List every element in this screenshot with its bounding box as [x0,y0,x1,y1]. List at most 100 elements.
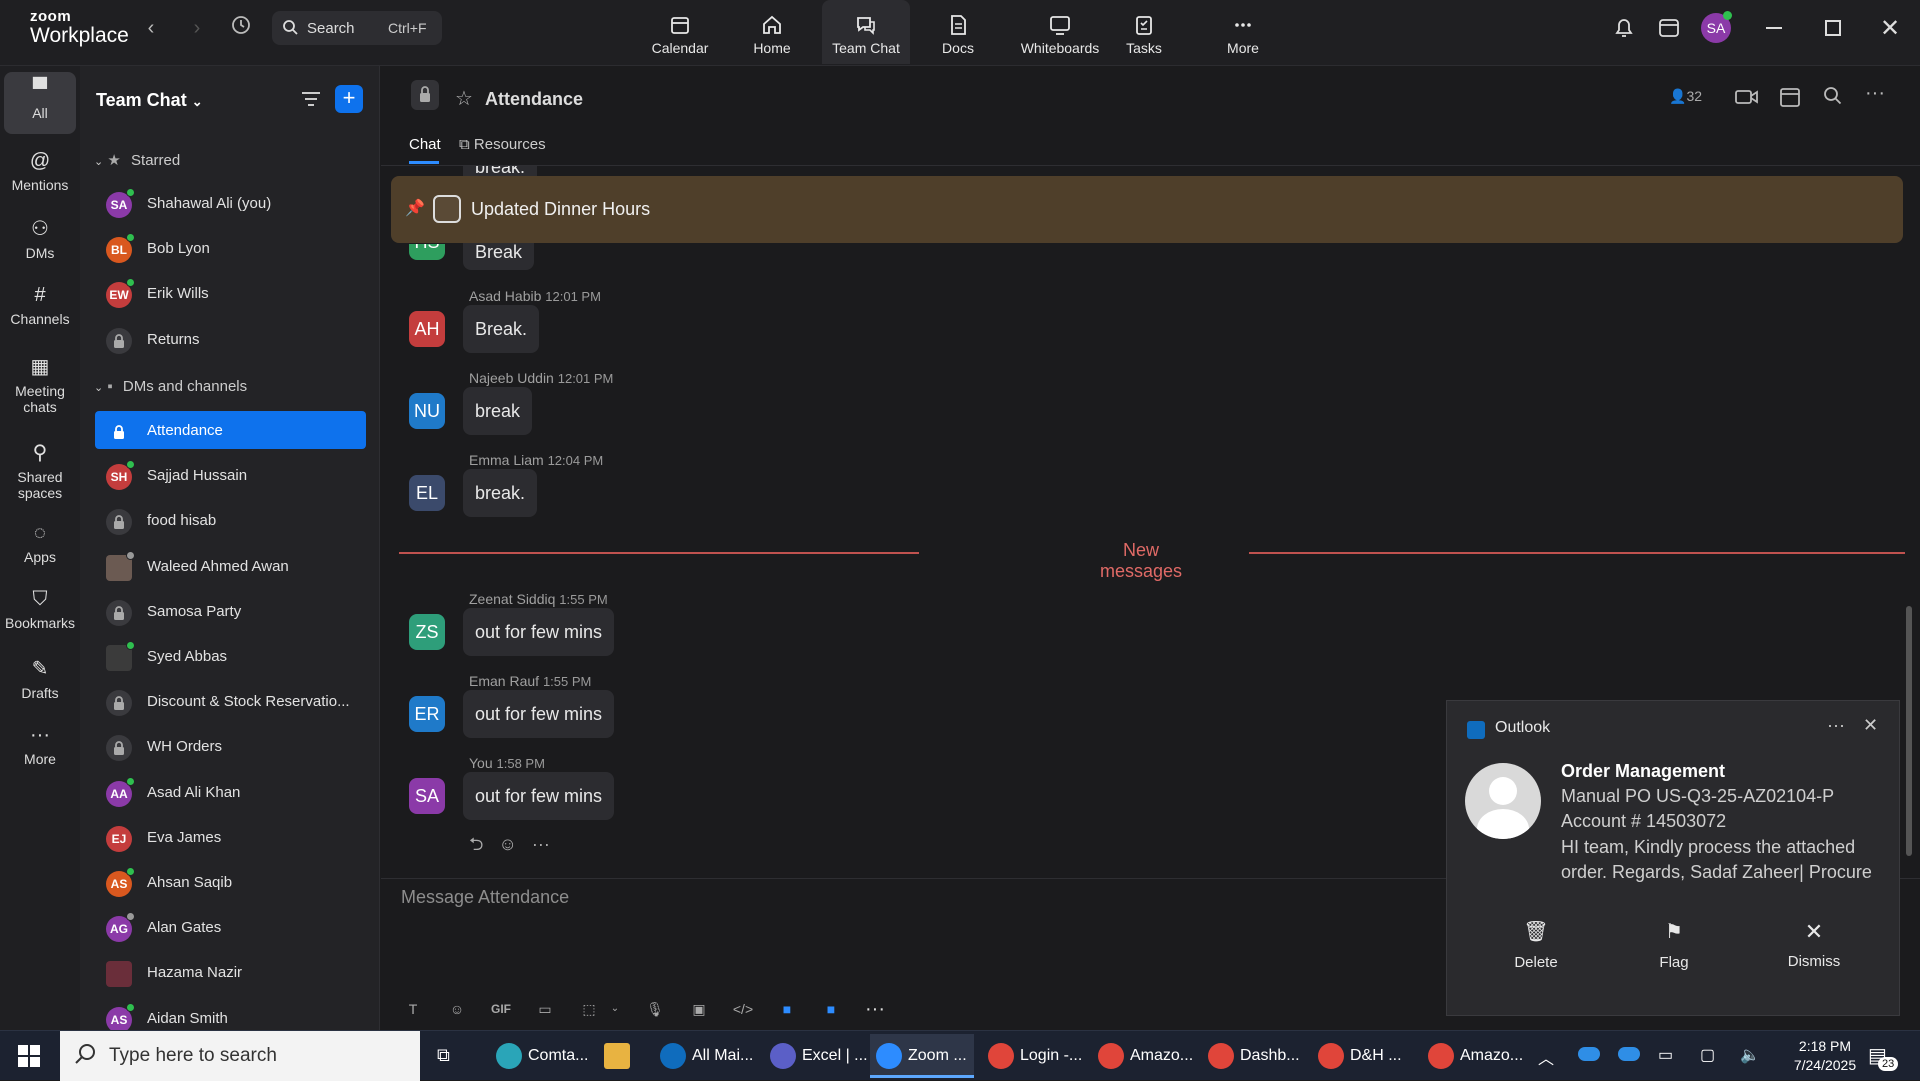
topnav-tasks[interactable]: Tasks [1100,0,1188,64]
channel-title[interactable]: Attendance [485,89,583,110]
restore-icon[interactable] [1825,20,1841,36]
notification-more-icon[interactable]: ··· [1827,715,1845,736]
network-icon[interactable]: ▢ [1700,1045,1715,1065]
sidebar-item-shahawal-ali-you[interactable]: SA Shahawal Ali (you) [95,184,366,222]
flag-button[interactable]: ⚑ Flag [1619,919,1729,971]
scrollbar[interactable] [1906,606,1912,856]
outlook-notification[interactable]: Outlook ··· ✕ Order Management Manual PO… [1446,700,1900,1016]
sidebar-item-asad-ali-khan[interactable]: AA Asad Ali Khan [95,773,366,811]
dismiss-button[interactable]: ✕ Dismiss [1759,919,1869,970]
sidebar-item-erik-wills[interactable]: EW Erik Wills [95,274,366,312]
taskbar-search[interactable]: Type here to search [60,1031,420,1081]
code-snippet-icon[interactable]: </> [729,995,757,1023]
task-view-icon[interactable]: ⧉ [437,1045,450,1066]
more-options-icon[interactable]: ··· [1865,82,1885,105]
topnav-more[interactable]: More [1199,0,1287,64]
rail-bookmarks[interactable]: ⛉ Bookmarks [4,582,76,644]
search-box[interactable]: Search Ctrl+F [272,11,442,45]
channel-search-icon[interactable] [1823,86,1843,111]
message-avatar[interactable]: NU [409,393,445,429]
message-bubble[interactable]: out for few mins [463,608,615,656]
delete-button[interactable]: 🗑 Delete [1481,919,1591,971]
windows-start-icon[interactable] [18,1045,40,1072]
onedrive-icon-2[interactable] [1618,1047,1640,1061]
rail-meeting-chats[interactable]: ▦ Meeting chats [4,348,76,418]
topnav-home[interactable]: Home [728,0,816,64]
chevron-down-icon[interactable]: ⌄ [601,995,629,1023]
sidebar-item-sajjad-hussain[interactable]: SH Sajjad Hussain [95,456,366,494]
video-message-icon[interactable]: ▣ [685,995,713,1023]
reaction-icon[interactable]: ☺ [498,834,516,854]
sidebar-item-hazama-nazir[interactable]: Hazama Nazir [95,953,366,991]
member-count[interactable]: 👤32 [1669,88,1702,105]
sidebar-item-eva-james[interactable]: EJ Eva James [95,818,366,856]
taskbar-app-d-h[interactable]: D&H ... [1312,1034,1416,1078]
message-bubble[interactable]: Break. [463,305,540,353]
favorite-star-icon[interactable]: ☆ [455,86,473,111]
taskbar-app-zoom[interactable]: Zoom ... [870,1034,974,1078]
message-avatar[interactable]: ZS [409,614,445,650]
notification-center[interactable]: ▤ 23 [1868,1043,1899,1071]
new-chat-button[interactable]: + [335,85,363,113]
taskbar-app-all-mai[interactable]: All Mai... [654,1034,758,1078]
sidebar-item-samosa-party[interactable]: Samosa Party [95,592,366,630]
message-bubble[interactable]: out for few mins [463,772,615,820]
taskbar-app-comta[interactable]: Comta... [490,1034,594,1078]
message-bubble[interactable]: break. [463,469,538,517]
rail-apps[interactable]: ◌ Apps [4,516,76,578]
clock[interactable]: 2:18 PM 7/24/2025 [1780,1038,1870,1073]
sidebar-item-wh-orders[interactable]: WH Orders [95,727,366,765]
sidebar-item-syed-abbas[interactable]: Syed Abbas [95,637,366,675]
gif-icon[interactable]: GIF [487,995,515,1023]
back-arrow-icon[interactable]: ‹ [136,14,166,44]
rail-more[interactable]: ··· More [4,718,76,780]
minimize-icon[interactable] [1766,27,1782,29]
message-avatar[interactable]: SA [409,778,445,814]
volume-icon[interactable]: 🔈 [1740,1045,1760,1065]
topnav-calendar[interactable]: Calendar [636,0,724,64]
notification-close-icon[interactable]: ✕ [1863,715,1878,736]
dms-section-header[interactable]: ⌄ ▪ DMs and channels [94,378,247,395]
screenshot-icon[interactable]: ⬚ [575,995,603,1023]
sender-name[interactable]: Najeeb Uddin [469,370,554,386]
tray-chevron-icon[interactable]: ︿ [1538,1045,1554,1069]
sidebar-item-returns[interactable]: Returns [95,320,366,358]
sender-name[interactable]: Zeenat Siddiq [469,591,555,607]
sidebar-item-waleed-ahmed-awan[interactable]: Waleed Ahmed Awan [95,547,366,585]
schedule-icon[interactable] [1779,86,1801,113]
sender-name[interactable]: You [469,755,493,771]
rail-all[interactable]: ▀ All [4,72,76,134]
taskbar-app-excel[interactable]: Excel | ... [764,1034,868,1078]
message-more-icon[interactable]: ··· [532,834,550,854]
composer-more-icon[interactable]: ··· [861,995,889,1023]
rail-dms[interactable]: ⚇ DMs [4,210,76,272]
user-avatar[interactable]: SA [1701,11,1732,43]
sender-name[interactable]: Eman Rauf [469,673,539,689]
taskbar-app-file-explorer[interactable] [598,1034,642,1078]
pinned-message-banner[interactable]: 📌 Updated Dinner Hours [391,176,1903,243]
close-window-icon[interactable]: ✕ [1880,14,1900,43]
topnav-whiteboards[interactable]: Whiteboards [1007,0,1113,64]
video-icon[interactable] [1735,88,1759,111]
message-avatar[interactable]: EL [409,475,445,511]
topnav-team-chat[interactable]: Team Chat [822,0,910,64]
file-icon[interactable]: ▭ [531,995,559,1023]
message-avatar[interactable]: ER [409,696,445,732]
forward-arrow-icon[interactable]: › [182,14,212,44]
sender-name[interactable]: Asad Habib [469,288,541,304]
sidebar-item-ahsan-saqib[interactable]: AS Ahsan Saqib [95,863,366,901]
battery-icon[interactable]: ▭ [1658,1045,1673,1065]
taskbar-app-amazo[interactable]: Amazo... [1092,1034,1196,1078]
rail-shared-spaces[interactable]: ⚲ Shared spaces [4,434,76,504]
microphone-icon[interactable]: 🎙 [641,995,669,1023]
rail-channels[interactable]: # Channels [4,278,76,340]
message-input[interactable]: Message Attendance [401,887,569,908]
sidebar-item-bob-lyon[interactable]: BL Bob Lyon [95,229,366,267]
zoom-chat-app-icon[interactable]: ■ [817,995,845,1023]
sidebar-item-alan-gates[interactable]: AG Alan Gates [95,908,366,946]
sidebar-item-attendance[interactable]: Attendance [95,411,366,449]
topnav-docs[interactable]: Docs [914,0,1002,64]
zoom-app-icon[interactable]: ■ [773,995,801,1023]
filter-icon[interactable] [300,90,322,113]
emoji-icon[interactable]: ☺ [443,995,471,1023]
